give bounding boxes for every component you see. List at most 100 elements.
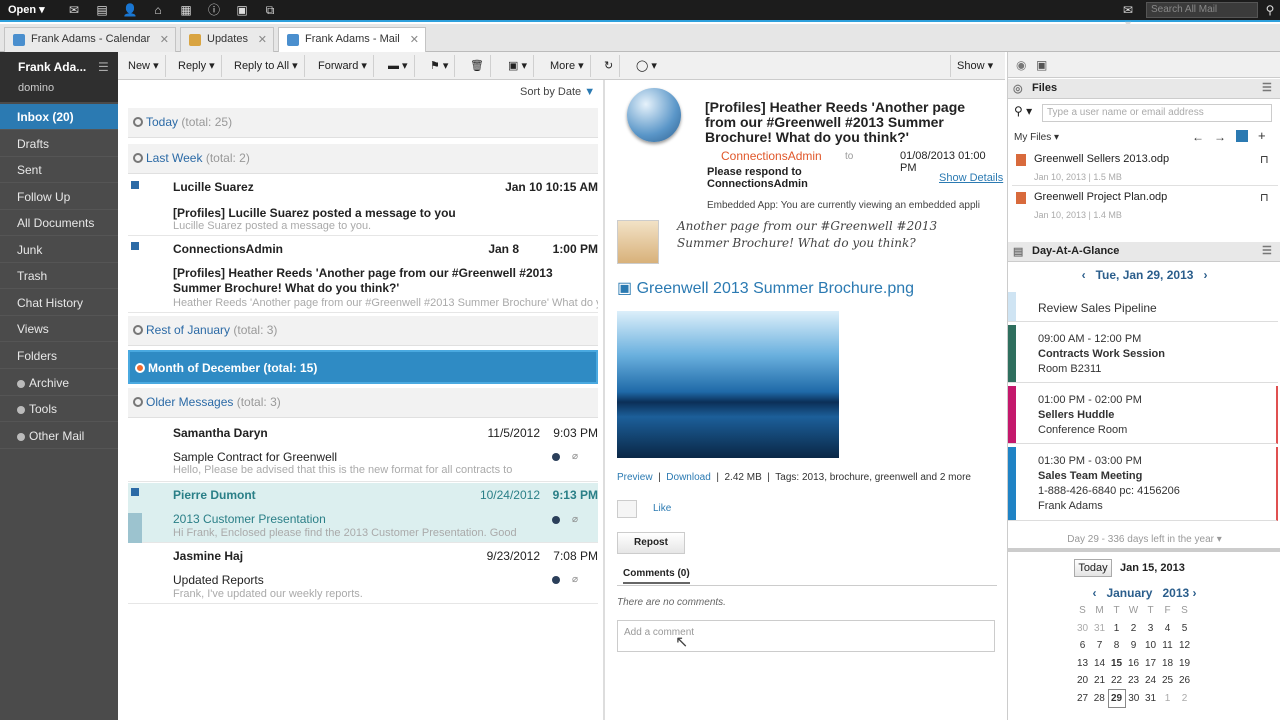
apps-icon[interactable]: ▦	[178, 3, 194, 17]
sidebar-item-sent[interactable]: Sent	[0, 157, 118, 183]
calendar-day[interactable]: 21	[1091, 672, 1108, 690]
calendar-day[interactable]: 10	[1142, 637, 1159, 655]
close-icon[interactable]: ✕	[410, 33, 419, 46]
table-row[interactable]: Lucille Suarez Jan 10 10:15 AM [Profiles…	[128, 176, 598, 236]
calendar-day[interactable]: 22	[1108, 672, 1125, 690]
calendar-day[interactable]: 23	[1125, 672, 1142, 690]
tab-comments[interactable]: Comments (0)	[623, 568, 690, 584]
list-item[interactable]: Greenwell Project Plan.odp Jan 10, 2013 …	[1012, 188, 1278, 224]
brochure-image[interactable]	[617, 311, 839, 458]
calendar-day[interactable]: 2	[1125, 620, 1142, 638]
calendar-event[interactable]: 01:00 PM - 02:00 PM Sellers Huddle Confere…	[1008, 386, 1278, 444]
search-icon[interactable]: ⚲	[1262, 3, 1278, 17]
list-item[interactable]: Greenwell Sellers 2013.odp Jan 10, 2013 …	[1012, 150, 1278, 186]
calendar-day[interactable]: 16	[1125, 655, 1142, 673]
pin-icon[interactable]: ⊓	[1260, 153, 1269, 166]
preview-link[interactable]: Preview	[617, 472, 653, 483]
forward-button[interactable]: Forward ▾	[312, 55, 374, 77]
next-day-icon[interactable]: ›	[1203, 268, 1207, 282]
add-icon[interactable]: +	[1258, 128, 1266, 143]
calendar-day[interactable]: 26	[1176, 672, 1193, 690]
info-icon[interactable]: ⓘ	[206, 3, 222, 17]
files-header[interactable]: Files ◎ ☰	[1008, 79, 1280, 99]
calendar-day[interactable]: 14	[1091, 655, 1108, 673]
flag-button[interactable]: ⚑ ▾	[424, 55, 456, 77]
close-icon[interactable]: ✕	[160, 33, 169, 46]
calendar-day[interactable]: 12	[1176, 637, 1193, 655]
calendar-day[interactable]: 29	[1107, 689, 1126, 708]
folder-button[interactable]: ▬ ▾	[382, 55, 415, 77]
file-link[interactable]: ▣ Greenwell 2013 Summer Brochure.png	[617, 278, 914, 298]
calendar-day[interactable]: 24	[1142, 672, 1159, 690]
search-icon[interactable]: ⚲ ▾	[1014, 104, 1032, 118]
like-icon[interactable]	[617, 500, 637, 518]
download-link[interactable]: Download	[666, 472, 710, 483]
refresh-button[interactable]: ↻	[598, 55, 621, 77]
calendar-day[interactable]: 13	[1074, 655, 1091, 673]
mail-icon[interactable]: ✉	[66, 3, 82, 17]
new-button[interactable]: New ▾	[122, 55, 166, 77]
back-icon[interactable]: ←	[1192, 130, 1204, 144]
calendar-event[interactable]: 01:30 PM - 03:00 PM Sales Team Meeting 1-8…	[1008, 447, 1278, 521]
calendar-day[interactable]: 31	[1091, 620, 1108, 638]
group-month-of-december[interactable]: Month of December (total: 15)	[128, 350, 598, 384]
table-row[interactable]: Pierre Dumont 10/24/2012 9:13 PM 2013 Cu…	[128, 483, 598, 543]
calendar-day[interactable]: 25	[1159, 672, 1176, 690]
calendar-day[interactable]: 30	[1125, 690, 1142, 708]
user-card[interactable]: Frank Ada... ☰ domino	[0, 52, 118, 102]
table-row[interactable]: Samantha Daryn 11/5/2012 9:03 PM Sample …	[128, 420, 598, 482]
table-row[interactable]: Jasmine Haj 9/23/2012 7:08 PM Updated Re…	[128, 544, 598, 604]
home-icon[interactable]: ⌂	[150, 3, 166, 17]
reply-button[interactable]: Reply ▾	[172, 55, 222, 77]
tab-updates[interactable]: Updates ✕	[180, 27, 274, 52]
calendar-event[interactable]: Review Sales Pipeline	[1008, 292, 1278, 322]
calendar-day[interactable]: 11	[1159, 637, 1176, 655]
next-year-icon[interactable]: ›	[1193, 586, 1197, 600]
prev-month-icon[interactable]: ‹	[1092, 586, 1096, 600]
menu-icon[interactable]: ☰	[1262, 81, 1272, 94]
day-at-a-glance-header[interactable]: Day-At-A-Glance ▤ ☰	[1008, 242, 1280, 262]
table-row[interactable]: ConnectionsAdmin Jan 8 1:00 PM [Profiles…	[128, 237, 598, 313]
group-today[interactable]: Today (total: 25)	[128, 108, 598, 138]
sidebar-item-views[interactable]: Views	[0, 316, 118, 342]
show-details-link[interactable]: Show Details	[939, 172, 1003, 184]
add-comment-input[interactable]: Add a comment	[617, 620, 995, 652]
calendar-day[interactable]: 7	[1091, 637, 1108, 655]
more-button[interactable]: More ▾	[544, 55, 591, 77]
prev-day-icon[interactable]: ‹	[1082, 268, 1086, 282]
sidebar-item-follow-up[interactable]: Follow Up	[0, 184, 118, 210]
sidebar-item-trash[interactable]: Trash	[0, 263, 118, 289]
calendar-day[interactable]: 5	[1176, 620, 1193, 638]
sidebar-item-chat-history[interactable]: Chat History	[0, 290, 118, 316]
sidebar-item-folders[interactable]: Folders	[0, 343, 118, 369]
sidebar-item-other-mail[interactable]: Other Mail	[0, 423, 118, 449]
briefcase-icon[interactable]: ▣	[1036, 58, 1047, 72]
sidebar-item-inbox[interactable]: Inbox (20)	[0, 104, 118, 130]
like-link[interactable]: Like	[653, 503, 671, 514]
panel-splitter[interactable]	[1008, 548, 1280, 552]
search-all-mail-input[interactable]: Search All Mail	[1146, 2, 1258, 18]
contacts-icon[interactable]: 👤	[122, 3, 138, 17]
calendar-day[interactable]: 1	[1108, 620, 1125, 638]
search-scope-icon[interactable]: ✉▾	[1120, 3, 1136, 31]
calendar-day[interactable]: 9	[1125, 637, 1142, 655]
delete-button[interactable]: 🗑	[464, 55, 491, 77]
group-last-week[interactable]: Last Week (total: 2)	[128, 144, 598, 174]
mark-button[interactable]: ▣ ▾	[502, 55, 534, 77]
calendar-day[interactable]: 17	[1142, 655, 1159, 673]
show-button[interactable]: Show ▾	[950, 55, 999, 77]
sort-by-date-button[interactable]: Sort by Date ▼	[520, 86, 595, 98]
chat-button[interactable]: ◯ ▾	[630, 55, 663, 77]
close-icon[interactable]: ✕	[258, 33, 267, 46]
sidebar-item-tools[interactable]: Tools	[0, 396, 118, 422]
calendar-day[interactable]: 19	[1176, 655, 1193, 673]
calendar-day[interactable]: 2	[1176, 690, 1193, 708]
notebook-icon[interactable]: ▣	[234, 3, 250, 17]
calendar-day[interactable]: 6	[1074, 637, 1091, 655]
calendar-event[interactable]: 09:00 AM - 12:00 PM Contracts Work Sessio…	[1008, 325, 1278, 383]
sender-link[interactable]: ConnectionsAdmin	[721, 149, 822, 163]
open-menu-button[interactable]: Open ▾	[8, 3, 45, 16]
pin-icon[interactable]: ⊓	[1260, 191, 1269, 204]
calendar-day[interactable]: 1	[1159, 690, 1176, 708]
menu-icon[interactable]: ☰	[98, 60, 109, 74]
